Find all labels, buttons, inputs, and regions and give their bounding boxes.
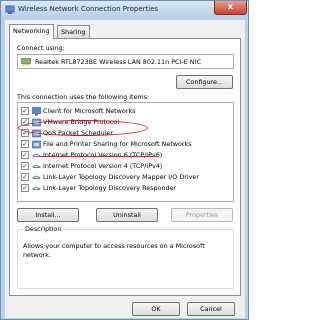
tab-networking[interactable]: Networking	[9, 24, 54, 39]
network-client-icon	[32, 107, 41, 116]
item-checkbox[interactable]: ✓	[21, 162, 29, 170]
item-label: Internet Protocol Version 4 (TCP/IPv4)	[43, 162, 163, 170]
list-item[interactable]: ✓ Link-Layer Topology Discovery Mapper I…	[21, 172, 233, 183]
items-label: This connection uses the following items…	[17, 93, 150, 101]
protocol-icon	[32, 164, 41, 168]
description-text: Allows your computer to access resources…	[23, 242, 205, 259]
list-item[interactable]: ✓ Internet Protocol Version 4 (TCP/IPv4)	[21, 161, 233, 172]
red-circle-annotation	[18, 120, 148, 136]
window-title: Wireless Network Connection Properties	[18, 5, 159, 13]
connect-using-label: Connect using:	[17, 44, 65, 52]
item-label: Internet Protocol Version 6 (TCP/IPv6)	[43, 151, 163, 159]
items-list[interactable]: ✓ Client for Microsoft Networks ✓ VMware…	[17, 102, 234, 202]
description-group: Description Allows your computer to acce…	[17, 225, 234, 289]
item-checkbox[interactable]: ✓	[21, 151, 29, 159]
item-checkbox[interactable]: ✓	[21, 184, 29, 192]
description-title: Description	[23, 225, 64, 233]
network-service-icon	[32, 140, 41, 149]
adapter-field: Realtek RTL8723BE Wireless LAN 802.11n P…	[17, 54, 234, 69]
protocol-icon	[32, 175, 41, 179]
networking-tab-panel: Connect using: Realtek RTL8723BE Wireles…	[9, 38, 241, 296]
network-adapter-icon	[21, 58, 31, 66]
protocol-icon	[32, 186, 41, 190]
uninstall-button[interactable]: Uninstall	[96, 208, 158, 222]
configure-button[interactable]: Configure...	[176, 75, 233, 89]
cancel-button[interactable]: Cancel	[187, 302, 235, 316]
dialog-client-area: Networking Sharing Connect using: Realte…	[5, 20, 245, 318]
item-label: Link-Layer Topology Discovery Responder	[43, 184, 177, 192]
properties-window: Wireless Network Connection Properties x…	[0, 0, 249, 320]
list-item[interactable]: ✓ Client for Microsoft Networks	[21, 106, 233, 117]
red-strikethrough-annotation	[39, 156, 157, 157]
item-checkbox[interactable]: ✓	[21, 173, 29, 181]
network-connection-icon	[5, 5, 15, 14]
item-checkbox[interactable]: ✓	[21, 107, 29, 115]
item-label: Link-Layer Topology Discovery Mapper I/O…	[43, 173, 199, 181]
install-button[interactable]: Install...	[17, 208, 79, 222]
list-item[interactable]: ✓ Internet Protocol Version 6 (TCP/IPv6)	[21, 150, 233, 161]
close-button[interactable]: x	[214, 1, 247, 15]
list-item[interactable]: ✓ Link-Layer Topology Discovery Responde…	[21, 183, 233, 194]
properties-button[interactable]: Properties	[171, 208, 233, 222]
list-item[interactable]: ✓ File and Printer Sharing for Microsoft…	[21, 139, 233, 150]
tab-sharing[interactable]: Sharing	[57, 25, 90, 39]
item-label: Client for Microsoft Networks	[43, 107, 136, 115]
item-checkbox[interactable]: ✓	[21, 140, 29, 148]
ok-button[interactable]: OK	[132, 302, 180, 316]
item-label: File and Printer Sharing for Microsoft N…	[43, 140, 192, 148]
title-bar[interactable]: Wireless Network Connection Properties x	[1, 1, 248, 19]
adapter-name: Realtek RTL8723BE Wireless LAN 802.11n P…	[35, 58, 201, 66]
